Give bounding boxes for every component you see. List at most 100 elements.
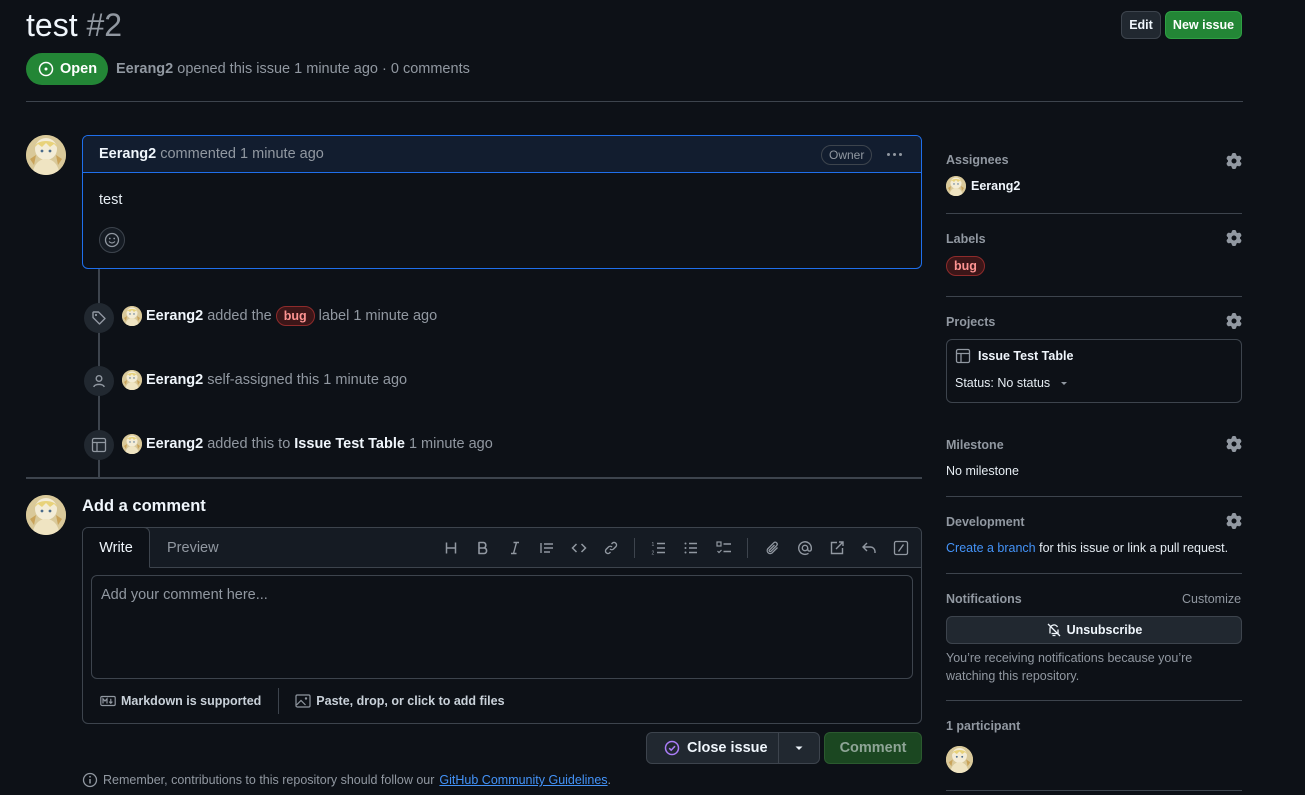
milestone-value: No milestone [946, 464, 1019, 478]
close-issue-button[interactable]: Close issue [647, 733, 779, 763]
ordered-list-icon[interactable]: 12 [649, 538, 669, 558]
unsubscribe-button[interactable]: Unsubscribe [946, 616, 1242, 644]
comment-button[interactable]: Comment [824, 732, 922, 764]
avatar[interactable] [26, 135, 66, 175]
sidebar-divider [946, 496, 1242, 497]
italic-icon[interactable] [505, 538, 525, 558]
issue-closed-icon [664, 740, 680, 756]
avatar[interactable] [122, 306, 142, 326]
issue-title: test #2 [26, 4, 122, 46]
participants-heading: 1 participant [946, 719, 1021, 733]
gear-icon[interactable] [1226, 513, 1242, 529]
avatar [946, 176, 966, 196]
edit-button[interactable]: Edit [1121, 11, 1161, 39]
project-name: Issue Test Table [978, 349, 1074, 363]
mention-icon[interactable] [795, 538, 815, 558]
gear-icon[interactable] [1226, 153, 1242, 169]
notifications-note: You’re receiving notifications because y… [946, 651, 1193, 683]
attach-icon[interactable] [763, 538, 783, 558]
add-comment-heading: Add a comment [82, 497, 206, 515]
triangle-down-icon [793, 742, 805, 754]
projects-heading[interactable]: Projects [946, 315, 995, 329]
task-list-icon[interactable] [714, 538, 734, 558]
event-actor[interactable]: Eerang2 [146, 436, 203, 452]
new-issue-button[interactable]: New issue [1165, 11, 1242, 39]
event-actor[interactable]: Eerang2 [146, 308, 203, 324]
gear-icon[interactable] [1226, 230, 1242, 246]
create-branch-link[interactable]: Create a branch [946, 541, 1036, 555]
editor-tabs: Write Preview 12 [83, 528, 921, 568]
issue-meta-text: opened this issue 1 minute ago · 0 comme… [177, 61, 470, 77]
guidelines-period: . [607, 773, 612, 787]
footer-divider [278, 688, 280, 714]
heading-icon[interactable] [441, 538, 461, 558]
editor-footer: Markdown is supported Paste, drop, or cl… [83, 686, 921, 716]
svg-text:1: 1 [652, 542, 655, 548]
issue-author-link[interactable]: Eerang2 [116, 61, 173, 77]
link-icon[interactable] [601, 538, 621, 558]
quote-icon[interactable] [537, 538, 557, 558]
close-options-dropdown[interactable] [779, 733, 819, 763]
reply-icon[interactable] [859, 538, 879, 558]
code-icon[interactable] [569, 538, 589, 558]
comment-author-link[interactable]: Eerang2 [99, 146, 156, 162]
table-icon [84, 430, 114, 460]
labels-heading[interactable]: Labels [946, 232, 986, 246]
project-status-dropdown[interactable]: Status: No status [955, 376, 1070, 390]
comment-body: test [99, 192, 123, 208]
sidebar-divider [946, 790, 1242, 791]
milestone-heading[interactable]: Milestone [946, 438, 1004, 452]
event-actor[interactable]: Eerang2 [146, 372, 203, 388]
project-link[interactable]: Issue Test Table [294, 436, 405, 452]
comment-options-icon[interactable] [883, 145, 905, 163]
close-issue-group: Close issue [646, 732, 820, 764]
tag-icon [84, 303, 114, 333]
person-icon [84, 366, 114, 396]
project-status: Status: No status [955, 376, 1051, 390]
development-heading[interactable]: Development [946, 515, 1025, 529]
timeline-end-divider [26, 477, 922, 479]
timeline-event-assigned: Eerang2 self-assigned this 1 minute ago [122, 370, 407, 390]
bug-label[interactable]: bug [275, 306, 315, 326]
add-files-link[interactable]: Paste, drop, or click to add files [295, 693, 505, 709]
issue-number: #2 [86, 7, 123, 43]
assignee-item[interactable]: Eerang2 [946, 176, 1020, 196]
issue-title-text: test [26, 7, 78, 43]
avatar[interactable] [122, 434, 142, 454]
unsubscribe-label: Unsubscribe [1066, 623, 1143, 637]
event-text: self-assigned this 1 minute ago [207, 372, 408, 388]
assignee-name: Eerang2 [971, 179, 1021, 193]
comment-textarea[interactable]: Add your comment here... [91, 575, 913, 679]
project-title-row[interactable]: Issue Test Table [955, 348, 1073, 364]
header-divider [26, 101, 1243, 102]
toolbar-divider [634, 538, 635, 558]
project-card: Issue Test Table Status: No status [946, 339, 1242, 403]
community-guidelines-link[interactable]: GitHub Community Guidelines [439, 773, 607, 787]
gear-icon[interactable] [1226, 436, 1242, 452]
avatar[interactable] [26, 495, 66, 535]
add-reaction-icon[interactable] [99, 227, 125, 253]
slash-command-icon[interactable] [891, 538, 911, 558]
toolbar-divider [747, 538, 748, 558]
avatar[interactable] [946, 746, 973, 773]
unordered-list-icon[interactable] [681, 538, 701, 558]
issue-meta: Eerang2 opened this issue 1 minute ago ·… [116, 61, 470, 77]
info-icon [82, 772, 98, 788]
bug-label[interactable]: bug [946, 256, 985, 276]
sidebar-divider [946, 573, 1242, 574]
tab-preview[interactable]: Preview [167, 540, 219, 556]
tab-write[interactable]: Write [83, 528, 150, 568]
timeline-event-project: Eerang2 added this to Issue Test Table 1… [122, 434, 493, 454]
event-text: added this to [207, 436, 291, 452]
bold-icon[interactable] [473, 538, 493, 558]
event-text: added the [207, 308, 272, 324]
assignees-heading[interactable]: Assignees [946, 153, 1009, 167]
owner-badge: Owner [821, 145, 873, 165]
markdown-link[interactable]: Markdown is supported [100, 693, 261, 709]
comment-header: Eerang2 commented 1 minute ago Owner [83, 136, 921, 173]
event-time: label 1 minute ago [318, 308, 438, 324]
gear-icon[interactable] [1226, 313, 1242, 329]
customize-link[interactable]: Customize [1182, 592, 1241, 606]
reference-icon[interactable] [827, 538, 847, 558]
avatar[interactable] [122, 370, 142, 390]
